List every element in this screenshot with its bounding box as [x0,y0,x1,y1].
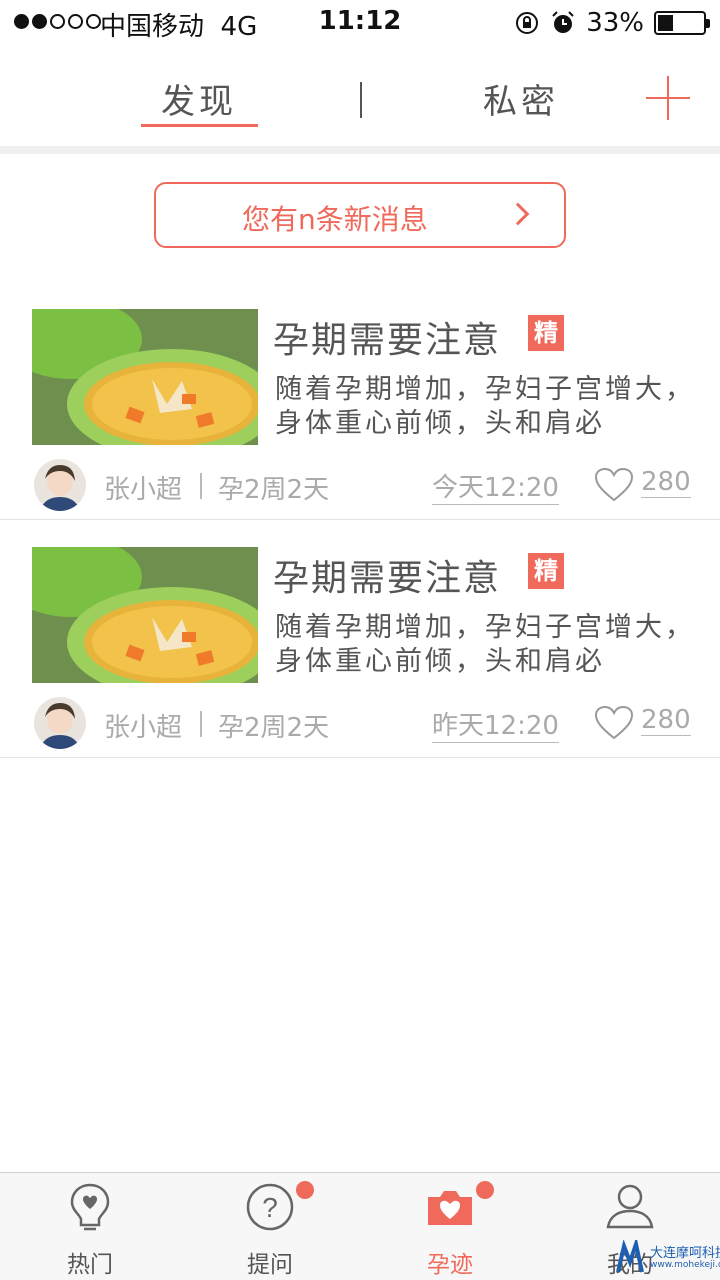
post-excerpt: 随着孕期增加，孕妇子宫增大，身体重心前倾，头和肩必 [275,374,695,439]
avatar[interactable] [34,697,86,749]
plus-icon[interactable] [646,76,690,120]
heart-icon[interactable] [594,467,634,503]
heart-icon[interactable] [594,705,634,741]
camera-heart-icon [428,1191,472,1225]
new-messages-label: 您有n条新消息 [242,203,428,236]
post-thumbnail [32,547,258,683]
post-thumbnail [32,309,258,445]
svg-text:?: ? [262,1192,278,1223]
battery-icon [654,11,710,35]
post-meta: 张小超 孕2周2天 昨天12:20 280 [0,697,720,755]
notification-dot [476,1181,494,1199]
status-bar: 中国移动 4G 11:12 33% [0,0,720,46]
author-name[interactable]: 张小超 [104,707,182,744]
post-time: 昨天12:20 [432,705,559,743]
featured-badge: 精 [528,553,564,589]
top-nav: 发现 私密 [0,46,720,146]
tab-divider [360,82,362,118]
post-card[interactable]: 孕期需要注意 精 随着孕期增加，孕妇子宫增大，身体重心前倾，头和肩必 张小超 孕… [0,309,720,547]
post-excerpt: 随着孕期增加，孕妇子宫增大，身体重心前倾，头和肩必 [275,612,695,677]
pregnancy-stage: 孕2周2天 [218,713,330,743]
meta-divider [200,473,202,499]
alarm-icon [552,11,574,33]
post-title: 孕期需要注意 [273,558,502,599]
post-title: 孕期需要注意 [273,320,502,361]
like-count: 280 [641,705,691,736]
row-divider [0,757,720,758]
bottom-tab-bar: 热门 ? 提问 孕迹 我的 [0,1172,720,1280]
post-time: 今天12:20 [432,467,559,505]
author-name[interactable]: 张小超 [104,469,182,506]
chevron-right-icon [506,202,530,226]
notification-dot [296,1181,314,1199]
active-tab-indicator [141,124,258,127]
tab-label: 孕迹 [427,1252,473,1278]
watermark-text: 大连摩呵科技 [650,1246,720,1261]
new-messages-button[interactable]: 您有n条新消息 [154,182,566,248]
row-divider [0,519,720,520]
user-icon [606,1184,654,1229]
tab-ask[interactable]: ? 提问 [180,1173,360,1280]
tab-label: 热门 [67,1252,113,1278]
tab-hot[interactable]: 热门 [0,1173,180,1280]
tab-discover[interactable]: 发现 [140,74,258,123]
featured-badge: 精 [528,315,564,351]
tab-private[interactable]: 私密 [462,74,580,123]
like-count: 280 [641,467,691,498]
meta-divider [200,711,202,737]
section-divider [0,146,720,154]
watermark-url: www.mohekeji.com [650,1260,720,1270]
question-circle-icon: ? [246,1183,294,1231]
tab-label: 提问 [247,1252,293,1278]
watermark-logo-icon [616,1236,644,1273]
post-card[interactable]: 孕期需要注意 精 随着孕期增加，孕妇子宫增大，身体重心前倾，头和肩必 张小超 孕… [0,547,720,785]
rotation-lock-icon [516,12,539,34]
post-meta: 张小超 孕2周2天 今天12:20 280 [0,459,720,517]
watermark: 大连摩呵科技 www.mohekeji.com [614,1236,720,1278]
avatar[interactable] [34,459,86,511]
pregnancy-stage: 孕2周2天 [218,475,330,505]
lightbulb-heart-icon [70,1183,110,1231]
tab-pregnancy-trace[interactable]: 孕迹 [360,1173,540,1280]
battery-percent: 33% [586,8,644,38]
